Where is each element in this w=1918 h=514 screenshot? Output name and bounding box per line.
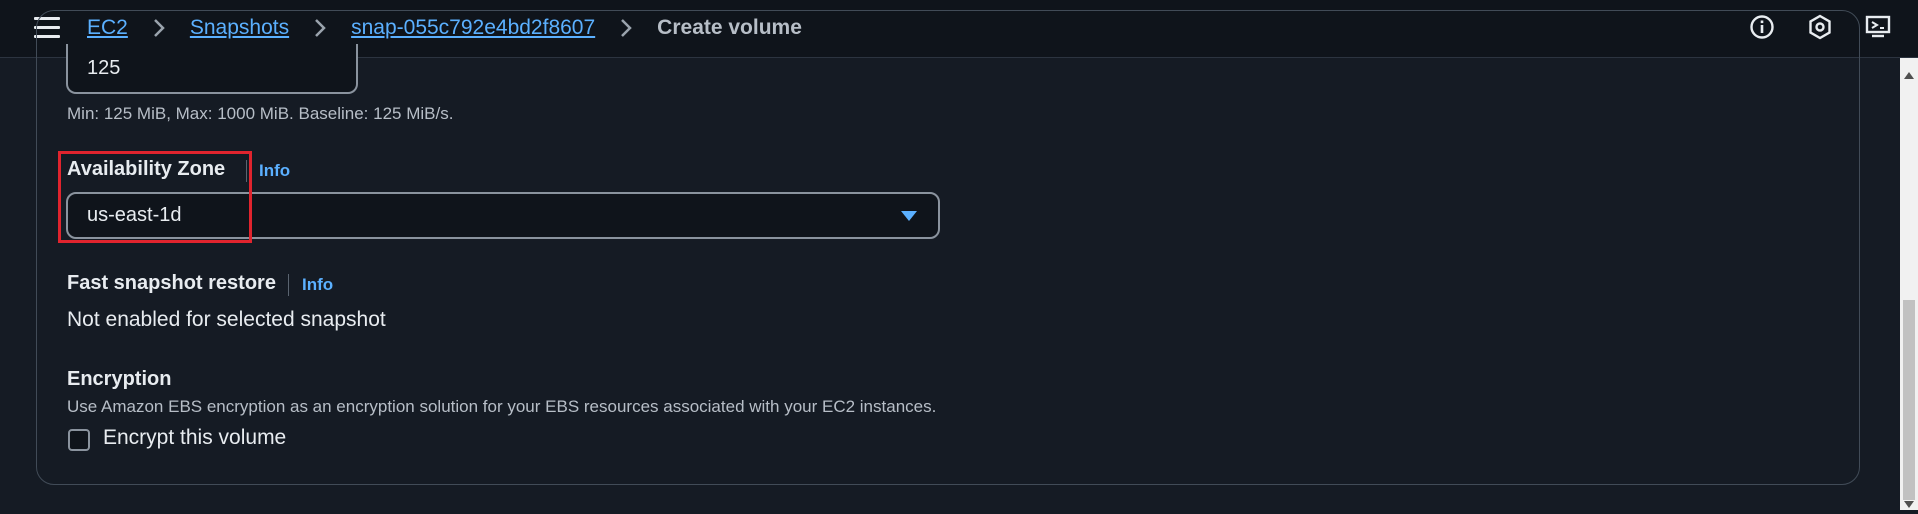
caret-down-icon [900, 210, 918, 222]
encrypt-volume-label[interactable]: Encrypt this volume [103, 426, 286, 450]
label-divider [288, 274, 289, 296]
annotation-highlight-box [58, 151, 252, 243]
throughput-hint: Min: 125 MiB, Max: 1000 MiB. Baseline: 1… [67, 104, 454, 123]
scrollbar-thumb[interactable] [1903, 300, 1915, 500]
encrypt-volume-checkbox[interactable] [68, 429, 90, 451]
availability-zone-info-link[interactable]: Info [259, 161, 290, 181]
scroll-up-arrow-icon[interactable] [1904, 66, 1914, 79]
scroll-down-arrow-icon[interactable] [1904, 496, 1914, 508]
encryption-description: Use Amazon EBS encryption as an encrypti… [67, 397, 937, 416]
fast-snapshot-restore-info-link[interactable]: Info [302, 275, 333, 295]
fast-snapshot-restore-label: Fast snapshot restore [67, 272, 276, 294]
encryption-label: Encryption [67, 368, 172, 390]
feedback-icon[interactable] [1864, 13, 1892, 41]
fast-snapshot-restore-status: Not enabled for selected snapshot [67, 308, 386, 331]
throughput-input[interactable]: 125 [66, 44, 358, 94]
